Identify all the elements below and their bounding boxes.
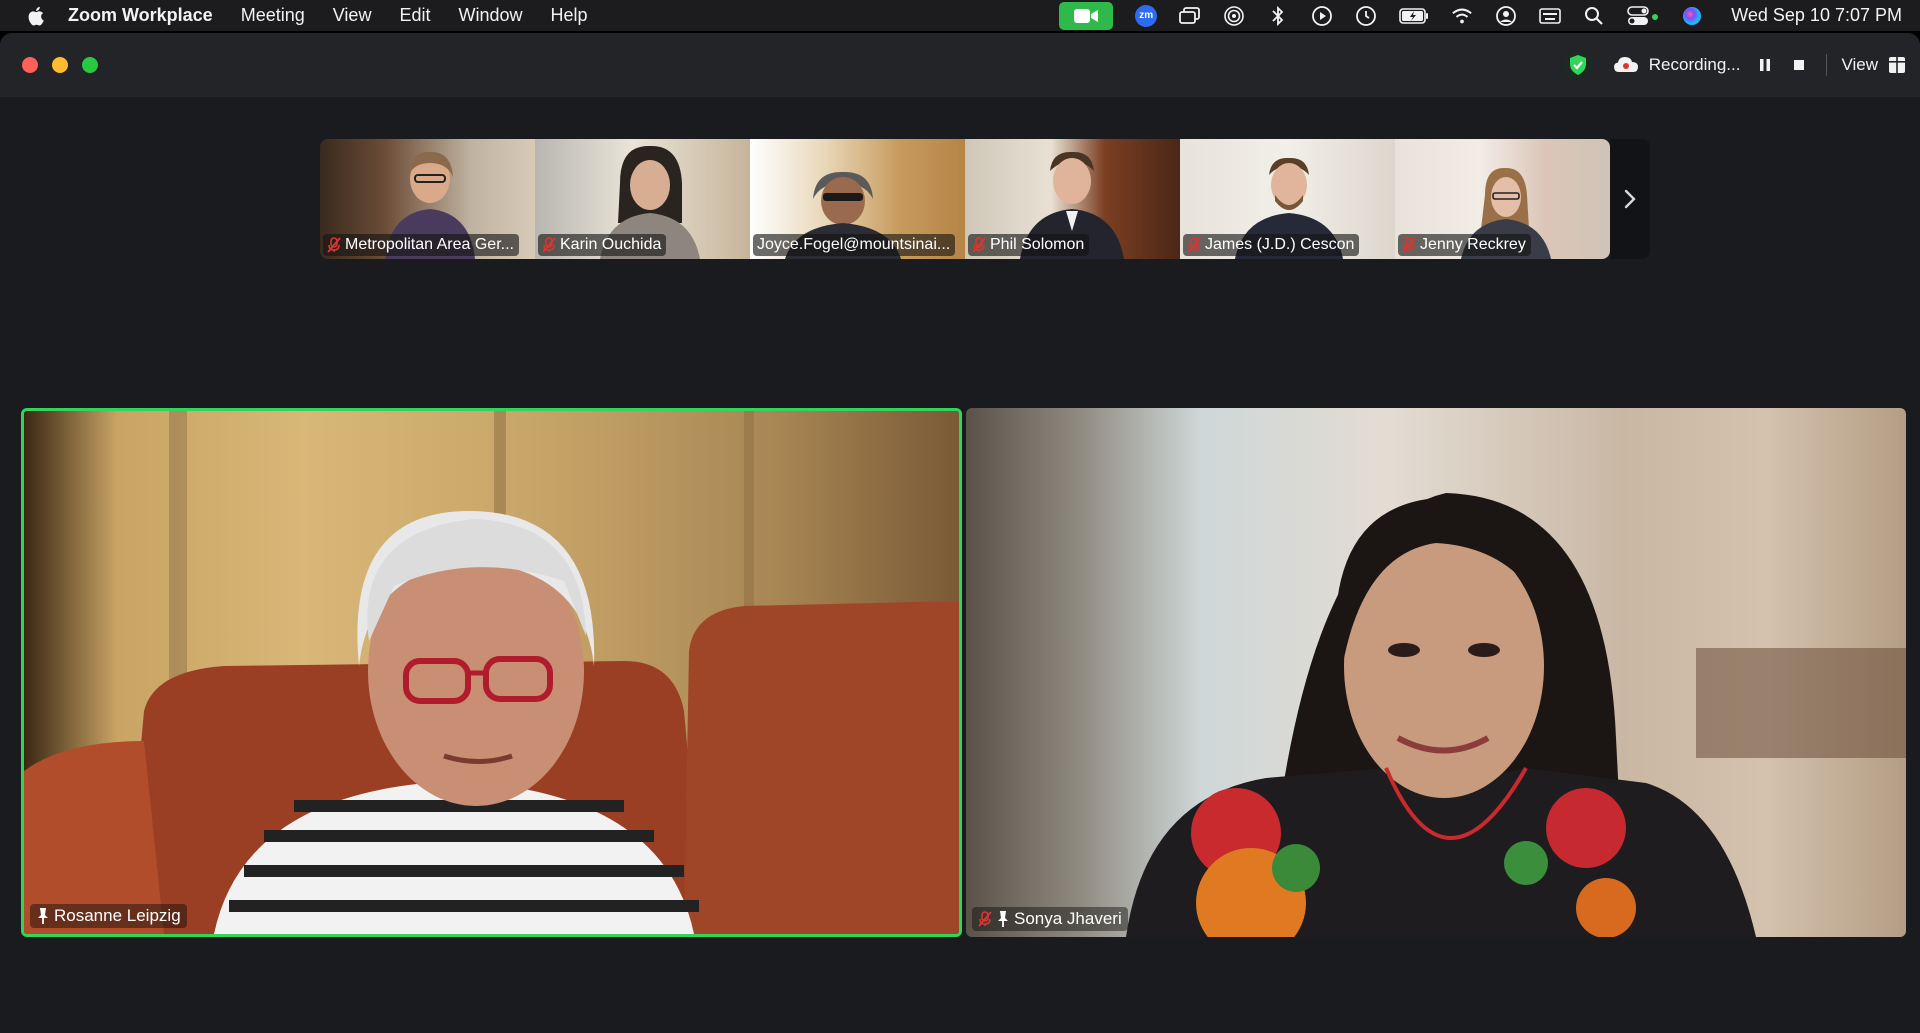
maximize-window-button[interactable] (82, 57, 98, 73)
participant-name-label: James (J.D.) Cescon (1183, 234, 1360, 256)
minimize-window-button[interactable] (52, 57, 68, 73)
participant-name-label: Jenny Reckrey (1398, 234, 1531, 256)
muted-mic-icon (542, 237, 556, 253)
menu-window[interactable]: Window (458, 5, 522, 26)
participant-thumbnail[interactable]: Joyce.Fogel@mountsinai... (750, 139, 965, 259)
view-button[interactable]: View (1841, 55, 1906, 75)
airdrop-icon[interactable] (1223, 5, 1245, 27)
recording-status-label: Recording... (1648, 55, 1741, 74)
security-shield-icon[interactable] (1563, 50, 1593, 80)
participant-name-label: Karin Ouchida (538, 234, 667, 256)
participant-thumbnail[interactable]: Phil Solomon (965, 139, 1180, 259)
user-account-icon[interactable] (1495, 5, 1517, 27)
time-machine-icon[interactable] (1355, 5, 1377, 27)
window-titlebar: Recording... View (0, 33, 1920, 97)
stop-recording-button[interactable] (1790, 56, 1808, 74)
speaker-video-tile[interactable]: Sonya Jhaveri (966, 408, 1906, 937)
participant-thumbnail[interactable]: James (J.D.) Cescon (1180, 139, 1395, 259)
zoom-camera-status-icon[interactable] (1059, 1, 1114, 30)
macos-menubar: Zoom Workplace Meeting View Edit Window … (0, 0, 1920, 31)
speaker-name: Sonya Jhaveri (1014, 909, 1122, 928)
participant-name: Joyce.Fogel@mountsinai... (757, 236, 951, 253)
menu-meeting[interactable]: Meeting (241, 5, 305, 26)
battery-icon[interactable] (1399, 5, 1429, 27)
participant-name: Phil Solomon (990, 236, 1085, 253)
window-stack-icon[interactable] (1179, 5, 1201, 27)
speaker-name-label: Sonya Jhaveri (972, 907, 1128, 931)
speaker-name: Rosanne Leipzig (54, 906, 181, 925)
muted-mic-icon (1402, 237, 1416, 253)
apple-icon[interactable] (26, 5, 48, 27)
menu-help[interactable]: Help (551, 5, 588, 26)
spotlight-pin-icon (38, 908, 48, 924)
participant-thumbnail[interactable]: Jenny Reckrey (1395, 139, 1610, 259)
bluetooth-icon[interactable] (1267, 5, 1289, 27)
cloud-recording-icon (1613, 57, 1638, 72)
siri-icon[interactable] (1681, 5, 1703, 27)
participant-name-label: Metropolitan Area Ger... (323, 234, 519, 256)
spotlight-pin-icon (998, 911, 1008, 927)
app-menu-zoom[interactable]: Zoom Workplace (68, 5, 213, 26)
menu-edit[interactable]: Edit (399, 5, 430, 26)
gallery-next-page-button[interactable] (1610, 139, 1650, 259)
grid-view-icon (1889, 57, 1905, 73)
participant-name-label: Phil Solomon (968, 234, 1090, 256)
muted-mic-icon (978, 911, 992, 927)
view-button-label: View (1841, 55, 1878, 74)
chevron-right-icon (1624, 189, 1636, 209)
spotlight-search-icon[interactable] (1583, 5, 1605, 27)
speaker-name-label: Rosanne Leipzig (30, 904, 187, 928)
zoom-app-icon[interactable]: zm (1135, 4, 1158, 27)
muted-mic-icon (327, 237, 341, 253)
speaker-video-tile-active[interactable]: Rosanne Leipzig (21, 408, 962, 937)
participant-video-figure (1126, 493, 1906, 937)
play-icon[interactable] (1311, 5, 1333, 27)
pause-recording-button[interactable] (1756, 56, 1774, 74)
participant-video-figure (24, 411, 959, 934)
participant-name: Jenny Reckrey (1420, 236, 1526, 253)
window-controls (22, 57, 112, 73)
participant-name-label: Joyce.Fogel@mountsinai... (753, 234, 956, 256)
wifi-icon[interactable] (1451, 5, 1473, 27)
zoom-meeting-window: Recording... View Metropolitan Area Ger.… (0, 33, 1920, 1033)
menu-view[interactable]: View (333, 5, 372, 26)
participant-thumbnail[interactable]: Karin Ouchida (535, 139, 750, 259)
menubar-clock[interactable]: Wed Sep 10 7:07 PM (1731, 5, 1902, 26)
muted-mic-icon (972, 237, 986, 253)
participant-gallery-strip: Metropolitan Area Ger... Karin Ouchida J… (320, 139, 1610, 259)
control-center-icon[interactable] (1627, 5, 1659, 27)
participant-name: James (J.D.) Cescon (1205, 236, 1355, 253)
participant-thumbnail[interactable]: Metropolitan Area Ger... (320, 139, 535, 259)
participant-name: Karin Ouchida (560, 236, 662, 253)
titlebar-divider (1826, 54, 1828, 76)
participant-name: Metropolitan Area Ger... (345, 236, 514, 253)
close-window-button[interactable] (22, 57, 38, 73)
muted-mic-icon (1187, 237, 1201, 253)
keyboard-input-icon[interactable] (1539, 5, 1562, 27)
